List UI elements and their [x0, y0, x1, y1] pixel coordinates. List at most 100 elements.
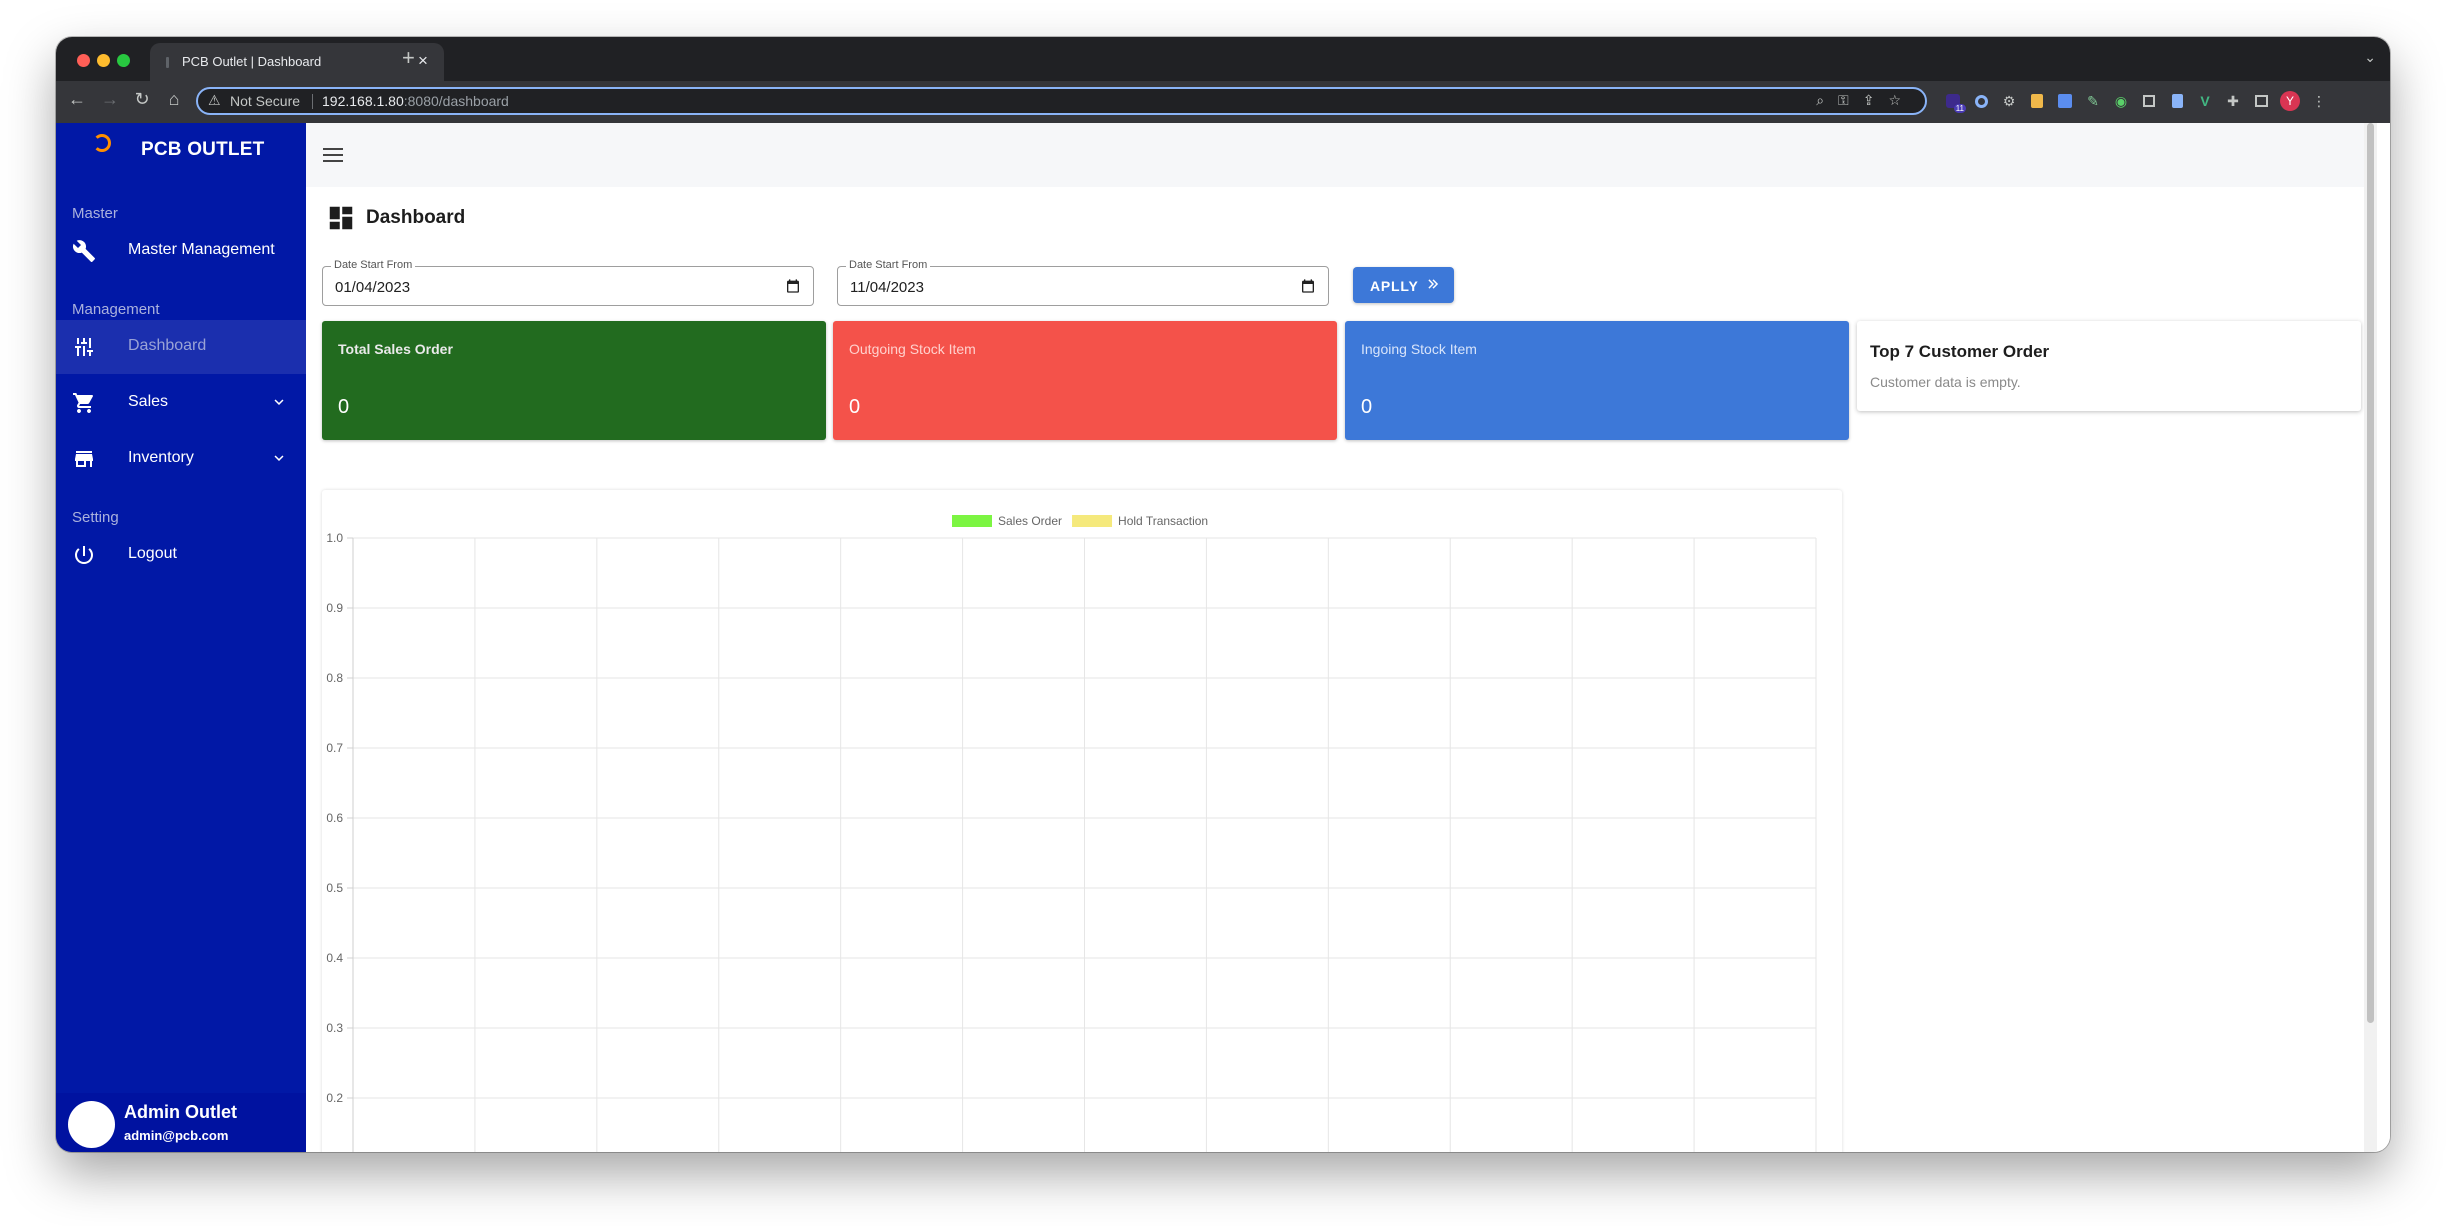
brand-logo-icon: [93, 134, 111, 152]
legend-label: Sales Order: [998, 514, 1062, 528]
date-start-label: Date Start From: [331, 259, 416, 271]
section-management: Management: [72, 301, 160, 318]
sales-chart-card: 1.0 0.9 0.8 0.7 0.6 0.5 0.4 0.3 0.2 Sales Order Ho…: [322, 490, 1842, 1152]
brand[interactable]: PCB OUTLET: [56, 123, 306, 177]
avatar: [68, 1101, 115, 1148]
section-master: Master: [72, 205, 118, 222]
ingoing-stock-card: Ingoing Stock Item 0: [1345, 321, 1849, 440]
y-tick-label: 0.2: [326, 1091, 343, 1105]
sidebar-item-sales[interactable]: Sales: [56, 376, 306, 430]
date-end-value[interactable]: 11/04/2023: [850, 279, 924, 296]
extension-gear-icon[interactable]: ⚙: [2000, 92, 2018, 110]
apply-button[interactable]: APLLY: [1353, 267, 1454, 303]
extension-translate-icon[interactable]: [2056, 92, 2074, 110]
minimize-window-button[interactable]: [97, 54, 110, 67]
main-content: Dashboard Date Start From 01/04/2023 Dat…: [306, 123, 2377, 1152]
date-start-value[interactable]: 01/04/2023: [335, 279, 410, 296]
section-setting: Setting: [72, 509, 119, 526]
sidebar-item-label: Inventory: [128, 449, 194, 466]
security-label[interactable]: Not Secure: [230, 93, 300, 109]
extensions-puzzle-icon[interactable]: ✚: [2224, 92, 2242, 110]
reload-icon[interactable]: ↻: [130, 89, 154, 110]
tab-close-icon[interactable]: ×: [412, 50, 434, 72]
date-end-label: Date Start From: [846, 259, 931, 271]
address-bar-icons[interactable]: ⌕⚿⇪☆: [1816, 92, 1915, 109]
legend-label: Hold Transaction: [1118, 514, 1208, 528]
user-profile[interactable]: Admin Outlet admin@pcb.com: [56, 1093, 306, 1152]
extension-note-icon[interactable]: [2028, 92, 2046, 110]
extension-vue-icon[interactable]: V: [2196, 92, 2214, 110]
sidebar-item-dashboard[interactable]: Dashboard: [56, 320, 306, 374]
hamburger-menu-icon[interactable]: [323, 147, 343, 163]
new-tab-button[interactable]: +: [402, 45, 415, 71]
y-tick-label: 0.4: [326, 951, 343, 965]
outgoing-stock-card: Outgoing Stock Item 0: [833, 321, 1337, 440]
y-tick-label: 0.3: [326, 1021, 343, 1035]
card-value: 0: [1361, 396, 1373, 418]
browser-window: PCB Outlet | Dashboard × + ⌄ ← → ↻ ⌂ ⚠ N…: [56, 37, 2390, 1152]
calendar-icon[interactable]: [1300, 278, 1316, 294]
back-arrow-icon[interactable]: ←: [65, 89, 89, 110]
url-text[interactable]: 192.168.1.80:8080/dashboard: [322, 93, 509, 109]
sidebar-item-master-management[interactable]: Master Management: [56, 224, 306, 278]
tab-list-chevron-icon[interactable]: ⌄: [2364, 49, 2376, 66]
extension-badge-icon[interactable]: 11: [1944, 92, 1966, 113]
chevron-down-icon: [274, 399, 284, 405]
page-scrollbar[interactable]: [2364, 123, 2377, 1152]
double-chevron-right-icon: [1428, 279, 1439, 289]
date-end-field[interactable]: Date Start From 11/04/2023: [837, 259, 1329, 306]
top-customer-title: Top 7 Customer Order: [1870, 342, 2050, 361]
extension-eye-icon[interactable]: ◉: [2112, 92, 2130, 110]
extension-box-icon[interactable]: [2140, 92, 2158, 110]
extension-pen-icon[interactable]: ✎: [2084, 92, 2102, 110]
y-tick-label: 1.0: [326, 531, 343, 545]
sidebar-item-label: Sales: [128, 393, 169, 410]
card-value: 0: [338, 396, 350, 418]
extension-circle-icon[interactable]: [1972, 92, 1990, 110]
power-icon: [75, 546, 93, 564]
sidebar-item-label: Master Management: [128, 241, 275, 258]
card-title: Outgoing Stock Item: [849, 341, 976, 357]
sidebar-item-label: Dashboard: [128, 337, 207, 354]
browser-menu-icon[interactable]: ⋮: [2310, 92, 2328, 110]
card-title: Total Sales Order: [338, 341, 453, 357]
page-title: Dashboard: [366, 207, 466, 228]
top-customer-empty: Customer data is empty.: [1870, 374, 2021, 390]
forward-arrow-icon[interactable]: →: [98, 89, 122, 110]
wrench-icon: [72, 240, 95, 262]
sidebar-item-label: Logout: [128, 545, 177, 562]
y-tick-label: 0.6: [326, 811, 343, 825]
url-host: 192.168.1.80: [322, 93, 404, 109]
y-tick-label: 0.9: [326, 601, 343, 615]
browser-tab[interactable]: PCB Outlet | Dashboard ×: [150, 43, 444, 81]
profile-avatar[interactable]: Y: [2280, 91, 2300, 111]
user-email: admin@pcb.com: [124, 1128, 229, 1143]
address-bar[interactable]: ⚠ Not Secure 192.168.1.80:8080/dashboard…: [196, 87, 1927, 115]
tab-title: PCB Outlet | Dashboard: [182, 54, 322, 69]
user-name: Admin Outlet: [124, 1102, 237, 1122]
brand-name: PCB OUTLET: [141, 139, 265, 160]
y-tick-label: 0.7: [326, 741, 343, 755]
maximize-window-button[interactable]: [117, 54, 130, 67]
date-start-field[interactable]: Date Start From 01/04/2023: [322, 259, 814, 306]
side-panel-icon[interactable]: [2252, 92, 2270, 110]
tab-favicon-icon: [166, 57, 169, 68]
sales-chart: 1.0 0.9 0.8 0.7 0.6 0.5 0.4 0.3 0.2 Sales Order Ho…: [326, 514, 1817, 1152]
calendar-icon[interactable]: [785, 278, 801, 294]
sidebar-item-logout[interactable]: Logout: [56, 528, 306, 582]
page-header: Dashboard: [326, 203, 526, 233]
legend-swatch: [1072, 515, 1113, 527]
extension-doc-icon[interactable]: [2168, 92, 2186, 110]
close-window-button[interactable]: [77, 54, 90, 67]
legend-swatch: [952, 515, 992, 527]
top-customer-card: Top 7 Customer Order Customer data is em…: [1857, 321, 2361, 411]
top-app-bar: [306, 123, 2377, 187]
card-title: Ingoing Stock Item: [1361, 341, 1477, 357]
dashboard-icon: [329, 206, 353, 230]
scrollbar-thumb[interactable]: [2367, 123, 2374, 1023]
app-root: PCB OUTLET Master Master Management Mana…: [56, 123, 2390, 1152]
home-icon[interactable]: ⌂: [162, 89, 186, 110]
url-path: :8080/dashboard: [403, 93, 509, 109]
sidebar-item-inventory[interactable]: Inventory: [56, 432, 306, 486]
sliders-icon: [75, 338, 93, 356]
